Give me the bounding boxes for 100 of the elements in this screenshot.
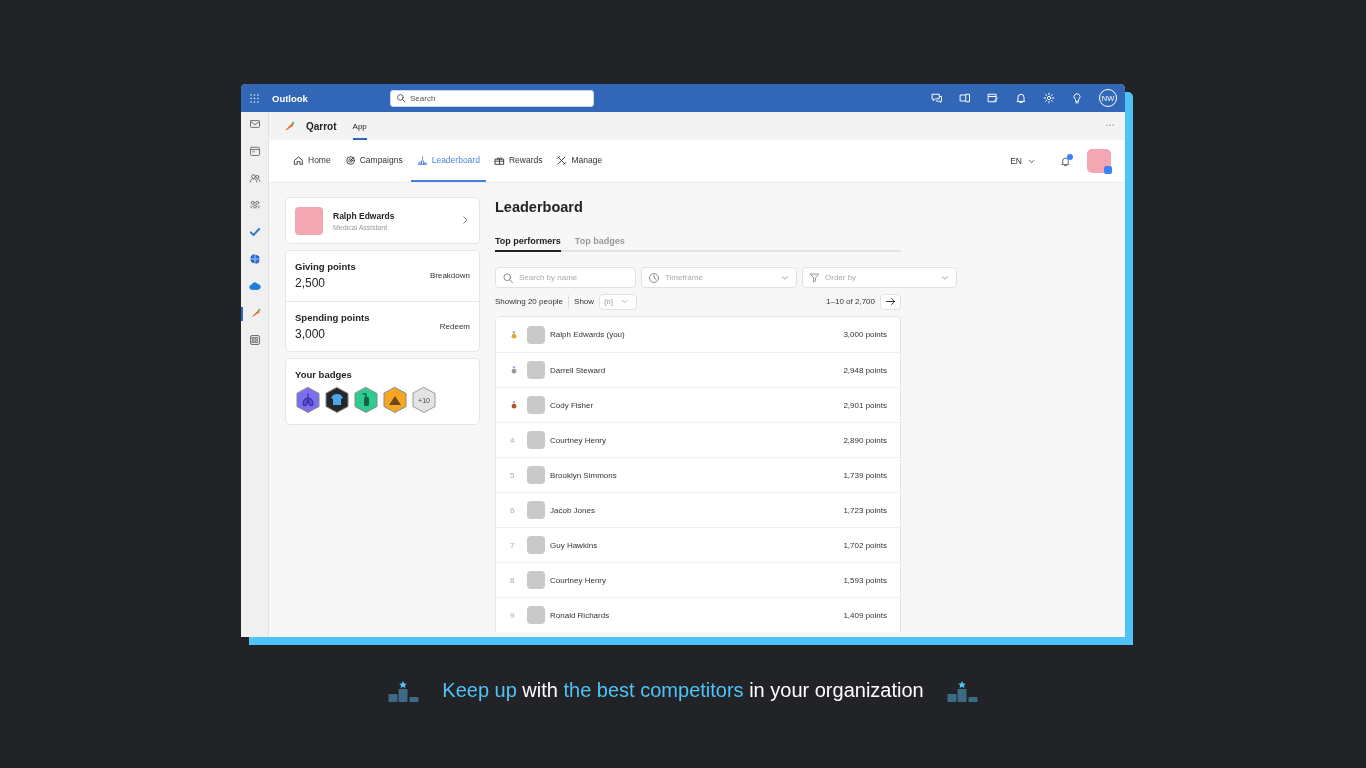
avatar-photo: [527, 361, 545, 379]
notification-button[interactable]: [1060, 155, 1071, 167]
points-label: Spending points: [295, 312, 370, 323]
order-input[interactable]: Order by: [825, 268, 935, 287]
rank-number: 7: [510, 540, 516, 550]
app-launcher-icon: [249, 92, 260, 104]
group-icon: [248, 199, 261, 211]
search-input[interactable]: Search by name: [519, 268, 629, 287]
page-range: 1–10 of 2,700: [826, 297, 875, 306]
checkmark-icon: [248, 226, 261, 238]
mail-icon: [248, 118, 261, 130]
points-text: 2,948 points: [843, 365, 887, 375]
leaderboard-row[interactable]: Cody Fisher 2,901 points: [496, 387, 900, 422]
timeframe-input[interactable]: Timeframe: [665, 268, 775, 287]
person-name: Ronald Richards: [550, 610, 610, 620]
avatar-photo: [527, 501, 545, 519]
nav-tab[interactable]: Home: [287, 140, 337, 182]
chevron-down-icon: [620, 297, 630, 306]
person-name: Courtney Henry: [550, 575, 607, 585]
clock-icon: [648, 271, 660, 284]
cloud-icon: [248, 280, 261, 292]
rank-number: 8: [510, 575, 516, 585]
points-text: 2,890 points: [843, 435, 887, 445]
leaderboard-row[interactable]: Ralph Edwards (you) 3,000 points: [496, 317, 900, 352]
leaderboard-row[interactable]: 5 Brooklyn Simmons 1,739 points: [496, 457, 900, 492]
show-label: Show: [574, 297, 595, 306]
search-icon: [396, 93, 406, 103]
arrow-right-icon: [885, 296, 896, 307]
app-title: Qarrot: [306, 120, 337, 132]
apps-icon: [248, 334, 261, 346]
nav-tab[interactable]: Rewards: [487, 140, 549, 182]
timeframe-dropdown[interactable]: Timeframe: [641, 267, 797, 288]
points-label: Giving points: [295, 261, 356, 272]
tab[interactable]: Top performers: [495, 231, 561, 252]
points-text: 1,702 points: [843, 540, 887, 550]
avatar-photo: [527, 466, 545, 484]
bell-icon: [1060, 155, 1071, 167]
calendar-icon: [248, 145, 261, 157]
points-link[interactable]: Redeem: [439, 322, 470, 331]
badges-title: Your badges: [295, 369, 353, 380]
points-value: 2,500: [295, 276, 327, 290]
leaderboard-row[interactable]: 9 Ronald Richards 1,409 points: [496, 597, 900, 632]
points-link[interactable]: Breakdown: [429, 271, 470, 280]
person-name: Guy Hawkins: [550, 540, 598, 550]
avatar-photo: [527, 606, 545, 624]
chevron-right-icon: [460, 214, 470, 225]
tools-icon: [556, 154, 568, 166]
points-value: 3,000: [295, 327, 327, 341]
podium-icon: [945, 679, 979, 702]
page-title: Leaderboard: [495, 198, 584, 217]
leaderboard-row[interactable]: 6 Jacob Jones 1,723 points: [496, 492, 900, 527]
nav-tab[interactable]: Campaigns: [338, 140, 409, 182]
home-icon: [293, 154, 304, 166]
profile-name: Ralph Edwards: [333, 210, 395, 221]
search-field[interactable]: Search by name: [495, 267, 636, 288]
chat-icon: [931, 92, 943, 104]
avatar-photo: [527, 536, 545, 554]
person-name: Darrell Steward: [550, 365, 606, 375]
search-field[interactable]: Search: [390, 89, 594, 107]
results-count: Showing 20 people: [495, 297, 564, 306]
nav-tab[interactable]: Manage: [550, 140, 609, 182]
gift-icon: [493, 154, 505, 166]
profile-photo: [295, 206, 323, 235]
language-dropdown[interactable]: EN: [1004, 155, 1042, 167]
avatar-photo: [527, 325, 545, 344]
settings-icon: [1043, 92, 1055, 104]
points-text: 3,000 points: [843, 330, 887, 339]
points-text: 1,739 points: [843, 470, 887, 480]
people-icon: [248, 172, 261, 184]
carrot-logo-icon: [283, 119, 296, 133]
points-text: 1,409 points: [843, 610, 887, 620]
order-dropdown[interactable]: Order by: [802, 267, 957, 288]
caption-text: Keep up with the best competitors in your organization: [442, 679, 924, 702]
person-name: Brooklyn Simmons: [550, 470, 617, 480]
person-name: Jacob Jones: [550, 505, 595, 515]
points-text: 2,901 points: [843, 400, 887, 410]
rank-number: 5: [510, 470, 516, 480]
notification-icon: [1015, 92, 1027, 104]
filter-icon: [809, 272, 820, 283]
target-icon: [344, 154, 356, 166]
lightbulb-icon: [1071, 92, 1083, 104]
document-icon: [959, 92, 971, 104]
app-logo-icon: [248, 253, 261, 265]
next-page-button[interactable]: [880, 293, 901, 310]
avatar-photo: [527, 571, 545, 589]
leaderboard-row[interactable]: 8 Courtney Henry 1,593 points: [496, 562, 900, 597]
avatar-photo: [527, 431, 545, 449]
rank-number: 9: [510, 610, 516, 620]
calendar-edit-icon: [987, 92, 999, 104]
leaderboard-row[interactable]: Darrell Steward 2,948 points: [496, 352, 900, 387]
podium-icon: [416, 154, 428, 166]
rank-number: 4: [510, 435, 516, 445]
leaderboard-row[interactable]: 4 Courtney Henry 2,890 points: [496, 422, 900, 457]
rank-number: 6: [510, 505, 516, 515]
person-name: Cody Fisher: [550, 400, 594, 410]
user-avatar[interactable]: [1087, 149, 1111, 173]
nav-tab[interactable]: Leaderboard: [410, 140, 486, 182]
search-input[interactable]: Search: [410, 90, 588, 106]
leaderboard-row[interactable]: 7 Guy Hawkins 1,702 points: [496, 527, 900, 562]
person-name: Ralph Edwards (you): [550, 330, 625, 339]
